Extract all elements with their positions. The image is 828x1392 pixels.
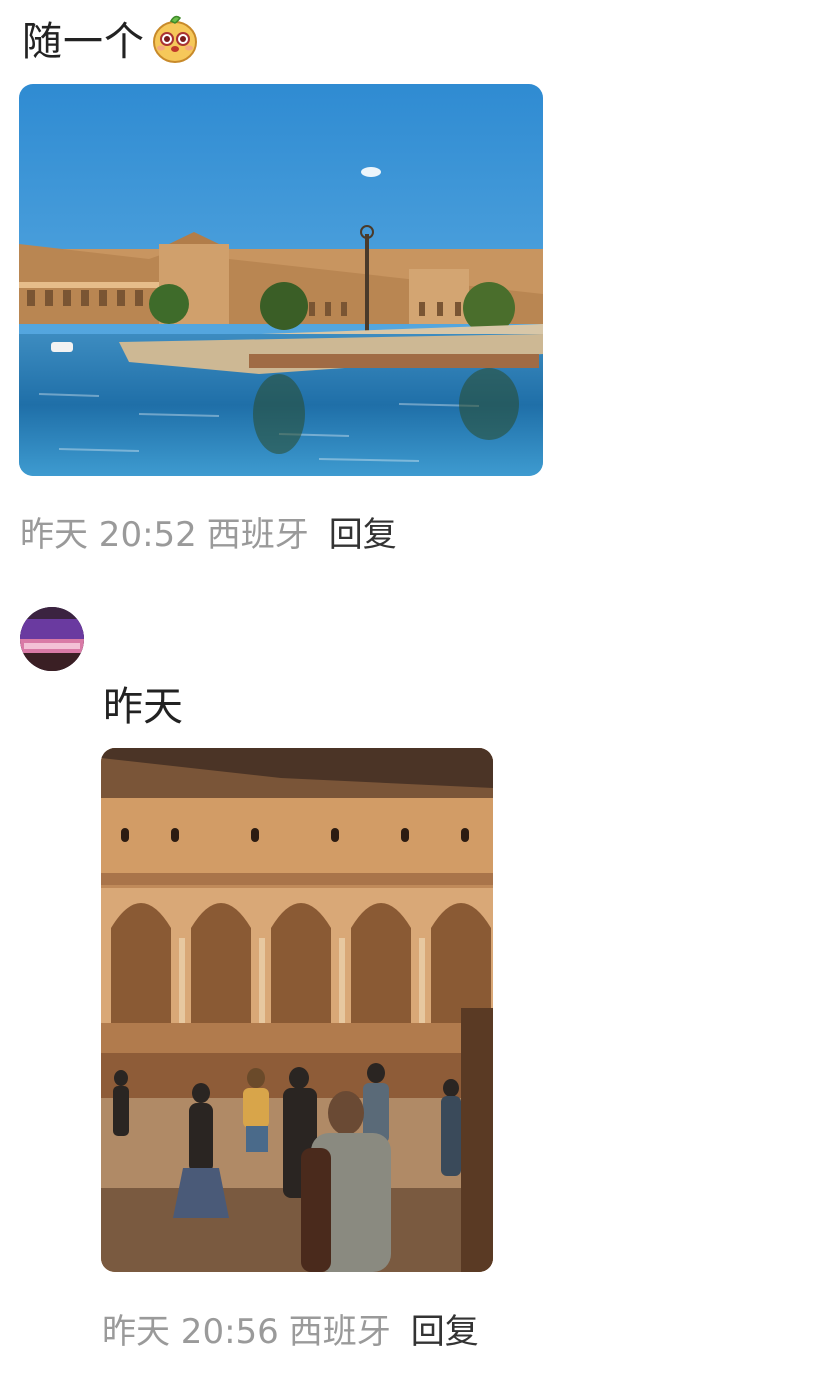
post-timestamp: 昨天 20:52 xyxy=(20,514,197,555)
cute-face-emoji-icon xyxy=(151,12,199,64)
comment-meta: 昨天 20:56 西班牙 回复 xyxy=(102,1303,479,1353)
comment-timestamp: 昨天 20:56 xyxy=(102,1311,279,1352)
post-meta: 昨天 20:52 西班牙 回复 xyxy=(20,506,397,556)
post-photo-landscape[interactable] xyxy=(19,84,543,476)
comment-photo-portrait[interactable] xyxy=(101,748,493,1272)
reply-button[interactable]: 回复 xyxy=(411,1304,479,1353)
avatar[interactable] xyxy=(20,607,84,671)
post-location: 西班牙 xyxy=(206,514,309,555)
comment-text: 昨天 xyxy=(103,684,183,730)
reply-button[interactable]: 回复 xyxy=(329,507,397,556)
post-text: 随一个 xyxy=(22,19,145,65)
post-text-row: 随一个 xyxy=(22,8,199,68)
comment-location: 西班牙 xyxy=(288,1311,391,1352)
